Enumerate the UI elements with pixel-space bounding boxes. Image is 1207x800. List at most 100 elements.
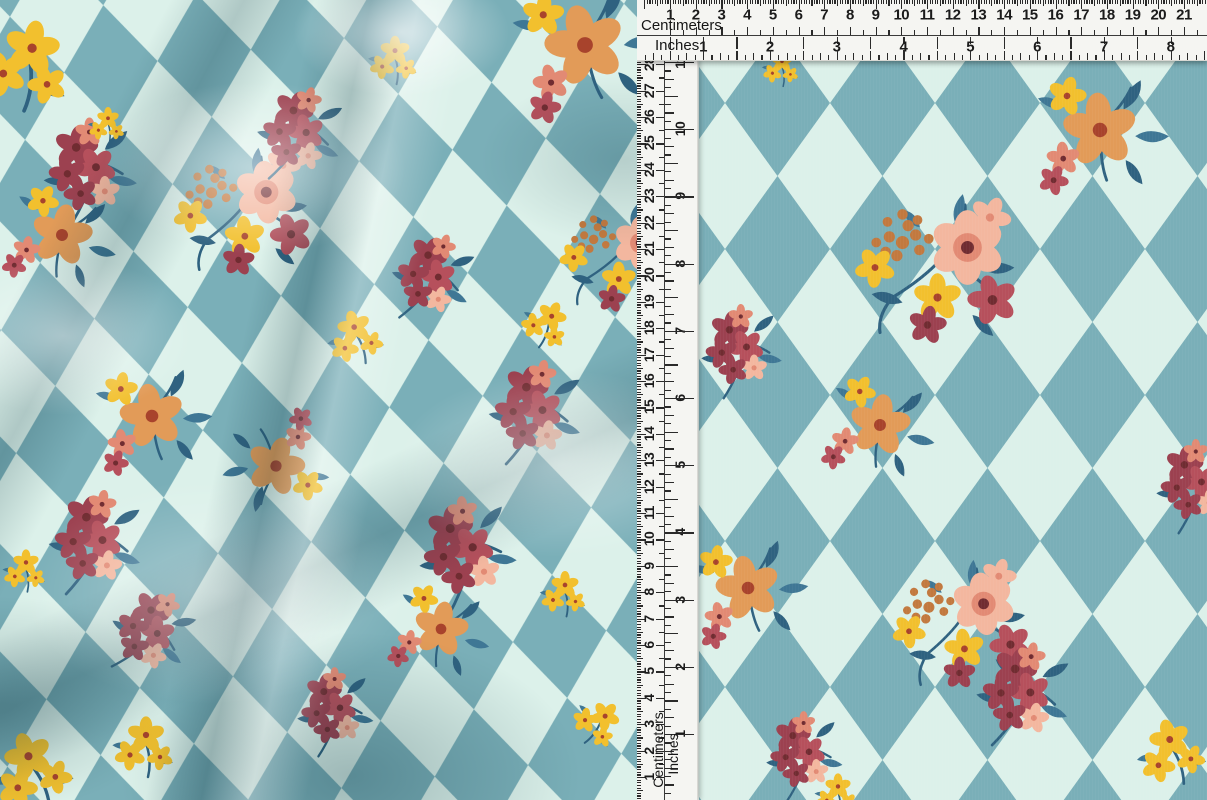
tick <box>1032 0 1033 4</box>
tick <box>665 675 671 676</box>
tick <box>966 0 967 6</box>
tick <box>860 0 861 4</box>
tick <box>678 0 679 4</box>
tick <box>783 0 784 4</box>
tick <box>1050 0 1051 4</box>
tick <box>637 716 641 717</box>
tick <box>637 788 641 789</box>
tick <box>962 55 963 60</box>
tick <box>637 339 641 340</box>
tick <box>665 272 671 273</box>
tick <box>1194 0 1195 4</box>
cm-number: 5 <box>769 7 777 24</box>
tick <box>683 0 684 6</box>
tick <box>1205 0 1206 4</box>
tick <box>887 53 888 60</box>
tick <box>637 708 641 709</box>
tick <box>1004 27 1005 35</box>
tick <box>665 709 671 710</box>
tick <box>665 247 674 248</box>
tick <box>637 368 643 369</box>
tick <box>656 671 664 672</box>
tick <box>973 0 974 4</box>
cm-number: 10 <box>893 7 909 24</box>
tick <box>1058 0 1059 4</box>
tick <box>665 684 674 685</box>
tick <box>665 381 674 382</box>
tick <box>824 27 825 35</box>
tick <box>989 0 990 4</box>
tick <box>665 0 666 4</box>
cm-number: 7 <box>641 615 657 622</box>
tick <box>665 373 671 374</box>
tick <box>656 328 664 329</box>
tick <box>845 55 846 60</box>
tick <box>637 72 641 73</box>
tick <box>960 0 961 4</box>
tick <box>637 521 641 522</box>
tick <box>656 170 664 171</box>
tick <box>637 365 641 366</box>
tick <box>656 223 664 224</box>
tick <box>695 55 696 60</box>
tick <box>656 249 664 250</box>
tick <box>968 0 969 4</box>
tick <box>665 541 671 542</box>
tick <box>637 782 641 783</box>
tick <box>665 633 678 634</box>
tick <box>637 703 641 704</box>
tick <box>673 0 674 4</box>
tick <box>847 0 848 4</box>
tick <box>1107 27 1108 35</box>
tick <box>1133 27 1134 35</box>
tick <box>811 0 812 6</box>
tick <box>1156 0 1157 4</box>
tick <box>637 547 641 548</box>
tick <box>637 597 641 598</box>
tick <box>637 550 641 551</box>
tick <box>912 55 913 60</box>
tick <box>886 0 887 4</box>
tick <box>665 549 674 550</box>
tick <box>637 77 643 78</box>
tick <box>901 27 902 35</box>
tick <box>665 356 671 357</box>
tick <box>820 53 821 60</box>
cm-number: 11 <box>641 506 657 520</box>
tick <box>637 473 643 474</box>
tick <box>801 0 802 4</box>
tick <box>665 524 671 525</box>
tick <box>1179 55 1180 60</box>
tick <box>637 613 641 614</box>
tick <box>979 55 980 60</box>
cm-number: 19 <box>641 295 657 310</box>
tick <box>637 363 641 364</box>
tick <box>1025 0 1026 4</box>
tick <box>656 196 664 197</box>
cm-number: 12 <box>945 7 961 24</box>
tick <box>637 183 643 184</box>
tick <box>788 0 789 4</box>
tick <box>793 0 794 4</box>
tick <box>637 450 641 451</box>
tick <box>667 0 668 4</box>
tick <box>1174 0 1175 4</box>
tick <box>729 0 730 4</box>
tick <box>637 207 641 208</box>
tick <box>996 0 997 4</box>
tick <box>935 0 936 4</box>
tick <box>1120 0 1121 6</box>
tick <box>656 460 664 461</box>
cm-number: 18 <box>1099 7 1115 24</box>
cm-number: 26 <box>641 110 657 125</box>
tick <box>932 0 933 4</box>
tick <box>970 50 971 60</box>
tick <box>678 55 679 60</box>
cm-number: 20 <box>641 268 657 283</box>
tick <box>853 53 854 60</box>
tick <box>1181 0 1182 4</box>
tick <box>1056 27 1057 35</box>
tick <box>768 0 769 4</box>
tick <box>637 690 641 691</box>
tick <box>1076 0 1077 4</box>
